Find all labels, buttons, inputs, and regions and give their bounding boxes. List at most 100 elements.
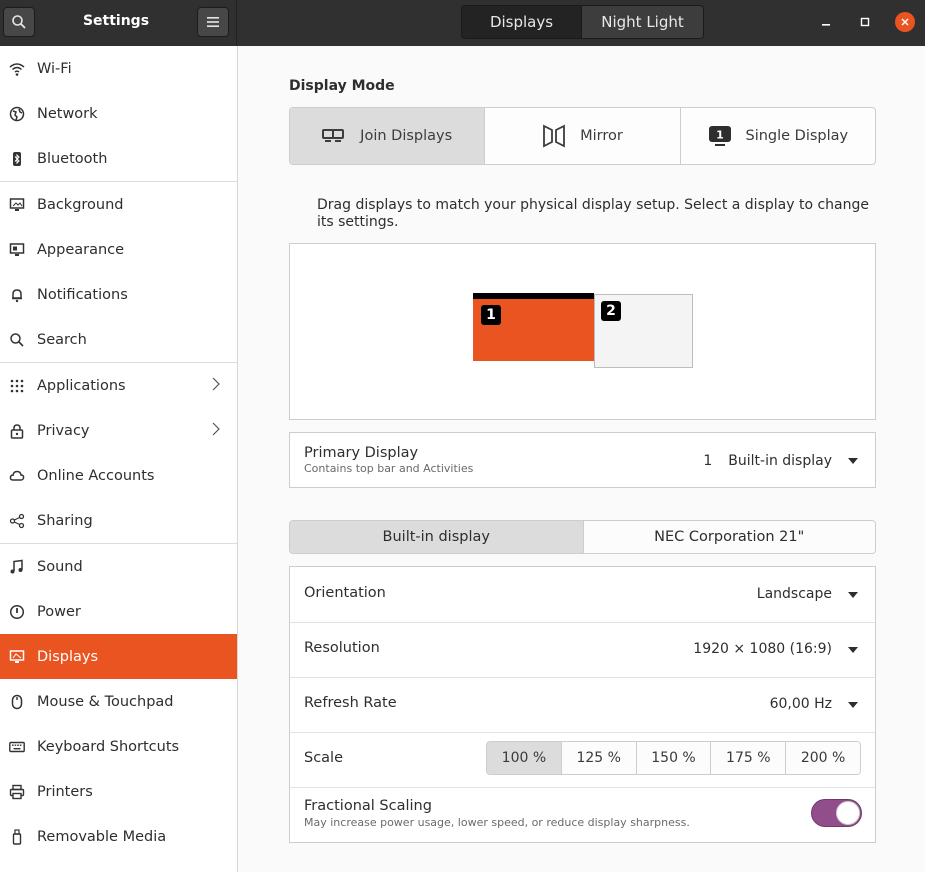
- sidebar-item-appearance[interactable]: Appearance: [0, 227, 237, 272]
- sidebar-item-label: Appearance: [37, 241, 125, 258]
- sidebar-item-privacy[interactable]: Privacy: [0, 408, 237, 453]
- music-note-icon: [8, 558, 26, 576]
- scale-200-button[interactable]: 200 %: [785, 742, 860, 774]
- sidebar-item-sharing[interactable]: Sharing: [0, 498, 237, 543]
- sidebar-header: Settings: [0, 0, 237, 46]
- mirror-icon: [543, 124, 566, 148]
- sidebar-item-label: Sound: [37, 558, 83, 575]
- wifi-icon: [8, 60, 26, 78]
- sidebar-item-sound[interactable]: Sound: [0, 544, 237, 589]
- sidebar-item-applications[interactable]: Applications: [0, 363, 237, 408]
- monitor-1-number: 1: [481, 305, 501, 325]
- search-icon: [8, 331, 26, 349]
- sidebar-item-label: Removable Media: [37, 828, 167, 845]
- bluetooth-icon: [8, 150, 26, 168]
- sidebar-item-label: Displays: [37, 648, 99, 665]
- svg-text:1: 1: [716, 129, 724, 142]
- printer-icon: [8, 783, 26, 801]
- sidebar-item-label: Privacy: [37, 422, 90, 439]
- primary-display-number: 1: [703, 453, 713, 469]
- scale-100-button[interactable]: 100 %: [487, 742, 561, 774]
- dropdown-arrow-icon: [848, 592, 858, 598]
- close-icon: [901, 18, 909, 26]
- row-divider: [290, 732, 875, 733]
- mirror-button[interactable]: Mirror: [484, 108, 679, 164]
- scale-150-button[interactable]: 150 %: [635, 742, 711, 774]
- view-switcher: Displays Night Light: [461, 5, 704, 39]
- primary-display-row[interactable]: Primary Display Contains top bar and Act…: [289, 432, 876, 488]
- mirror-label: Mirror: [580, 128, 623, 144]
- displays-panel: Display Mode Join Displays Mirror 1 Sing…: [238, 46, 925, 872]
- minimize-icon: [822, 24, 830, 26]
- sidebar-item-removable-media[interactable]: Removable Media: [0, 814, 237, 859]
- monitor-2-preview[interactable]: 2: [594, 294, 693, 368]
- sidebar-item-label: Applications: [37, 377, 126, 394]
- sidebar-item-label: Background: [37, 196, 124, 213]
- fractional-scaling-label: Fractional Scaling: [304, 798, 432, 814]
- toggle-knob: [836, 801, 860, 825]
- monitor-1-preview[interactable]: 1: [473, 293, 594, 361]
- display-arrangement-area: 1 2: [289, 243, 876, 420]
- apps-grid-icon: [8, 377, 26, 395]
- sidebar-item-online-accounts[interactable]: Online Accounts: [0, 453, 237, 498]
- search-button[interactable]: [3, 7, 35, 37]
- sidebar-item-notifications[interactable]: Notifications: [0, 272, 237, 317]
- dropdown-arrow-icon: [848, 458, 858, 464]
- primary-display-subtitle: Contains top bar and Activities: [304, 462, 474, 475]
- join-displays-label: Join Displays: [360, 128, 453, 144]
- sidebar-item-label: Bluetooth: [37, 150, 108, 167]
- sidebar-item-keyboard-shortcuts[interactable]: Keyboard Shortcuts: [0, 724, 237, 769]
- display-tabs: Built-in display NEC Corporation 21": [289, 520, 876, 554]
- close-button[interactable]: [895, 12, 915, 32]
- sidebar-item-power[interactable]: Power: [0, 589, 237, 634]
- header-bar: Settings Displays Night Light: [0, 0, 925, 46]
- resolution-row[interactable]: Resolution 1920 × 1080 (16:9): [290, 623, 875, 677]
- tab-displays[interactable]: Displays: [462, 6, 581, 38]
- sidebar-item-printers[interactable]: Printers: [0, 769, 237, 814]
- maximize-button[interactable]: [855, 12, 875, 32]
- single-display-label: Single Display: [745, 128, 849, 144]
- fractional-scaling-subtitle: May increase power usage, lower speed, o…: [304, 816, 690, 829]
- minimize-button[interactable]: [816, 12, 836, 32]
- refresh-rate-row[interactable]: Refresh Rate 60,00 Hz: [290, 678, 875, 732]
- sidebar-item-label: Wi-Fi: [37, 60, 72, 77]
- bell-icon: [8, 286, 26, 304]
- sidebar-item-network[interactable]: Network: [0, 91, 237, 136]
- single-display-button[interactable]: 1 Single Display: [679, 108, 875, 164]
- scale-125-button[interactable]: 125 %: [560, 742, 636, 774]
- sidebar-item-background[interactable]: Background: [0, 182, 237, 227]
- fractional-scaling-toggle[interactable]: [811, 799, 862, 827]
- sidebar: Wi-Fi Network Bluetooth Background Appea…: [0, 46, 238, 872]
- dropdown-arrow-icon: [848, 647, 858, 653]
- arrangement-hint: Drag displays to match your physical dis…: [317, 197, 869, 230]
- usb-icon: [8, 828, 26, 846]
- tab-built-in-display[interactable]: Built-in display: [290, 521, 584, 553]
- lock-icon: [8, 422, 26, 440]
- menu-button[interactable]: [197, 7, 229, 37]
- resolution-label: Resolution: [304, 640, 380, 656]
- tab-night-light[interactable]: Night Light: [581, 6, 703, 38]
- sidebar-item-search[interactable]: Search: [0, 317, 237, 362]
- orientation-row[interactable]: Orientation Landscape: [290, 567, 875, 622]
- monitor-2-number: 2: [601, 301, 621, 321]
- tab-nec-display[interactable]: NEC Corporation 21": [583, 521, 875, 553]
- resolution-value: 1920 × 1080 (16:9): [693, 641, 832, 657]
- sidebar-item-label: Network: [37, 105, 98, 122]
- sidebar-item-label: Power: [37, 603, 81, 620]
- sidebar-item-bluetooth[interactable]: Bluetooth: [0, 136, 237, 181]
- sidebar-item-displays[interactable]: Displays: [0, 634, 237, 679]
- app-title: Settings: [82, 13, 150, 29]
- chevron-right-icon: [212, 377, 220, 395]
- join-displays-button[interactable]: Join Displays: [290, 108, 485, 164]
- refresh-rate-label: Refresh Rate: [304, 695, 397, 711]
- chevron-right-icon: [212, 422, 220, 440]
- sidebar-item-wifi[interactable]: Wi-Fi: [0, 46, 237, 91]
- sidebar-item-mouse-touchpad[interactable]: Mouse & Touchpad: [0, 679, 237, 724]
- search-icon: [12, 15, 26, 29]
- display-mode-selector: Join Displays Mirror 1 Single Display: [289, 107, 876, 165]
- scale-175-button[interactable]: 175 %: [710, 742, 786, 774]
- sidebar-item-label: Mouse & Touchpad: [37, 693, 174, 710]
- join-displays-icon: [322, 129, 345, 142]
- scale-selector: 100 % 125 % 150 % 175 % 200 %: [486, 741, 861, 775]
- sidebar-item-label: Sharing: [37, 512, 93, 529]
